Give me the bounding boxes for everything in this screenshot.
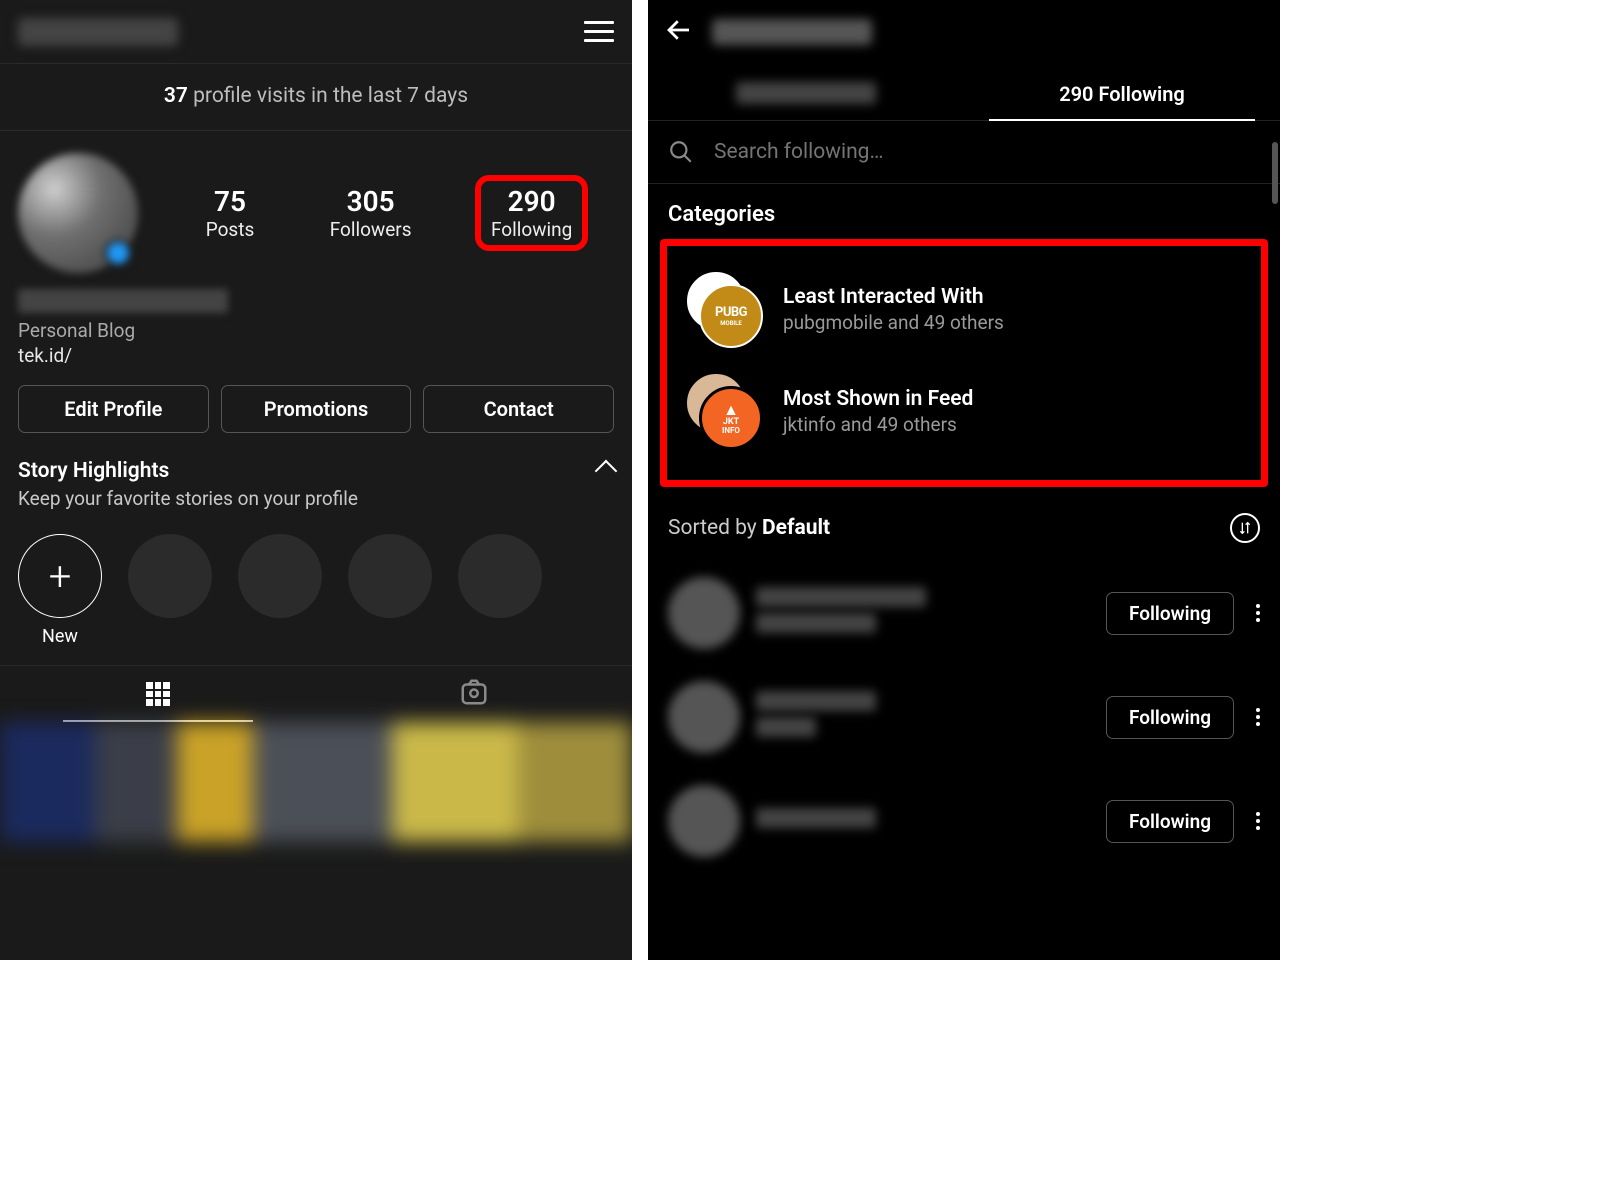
category-title: Most Shown in Feed — [783, 387, 973, 411]
story-highlights-row: + New — [0, 520, 632, 659]
jktinfo-icon: ▲ JKT INFO — [699, 386, 763, 450]
stat-following[interactable]: 290 Following — [475, 175, 588, 251]
contact-button[interactable]: Contact — [423, 385, 614, 433]
category-subtitle: pubgmobile and 49 others — [783, 311, 1004, 334]
promotions-button[interactable]: Promotions — [221, 385, 412, 433]
story-highlights-header[interactable]: Story Highlights Keep your favorite stor… — [0, 453, 632, 520]
chevron-up-icon — [595, 460, 618, 483]
follower-avatar — [668, 785, 740, 857]
profile-category: Personal Blog — [18, 319, 614, 342]
tab-grid[interactable] — [0, 666, 316, 722]
following-button[interactable]: Following — [1106, 696, 1234, 739]
search-following-row — [648, 121, 1280, 184]
category-avatar-stack: PUBG MOBILE — [685, 270, 763, 348]
following-row[interactable]: Following — [664, 561, 1264, 665]
stat-followers-number: 305 — [330, 185, 412, 218]
profile-screen: 37 profile visits in the last 7 days 75 … — [0, 0, 632, 960]
highlight-placeholder — [348, 534, 432, 618]
follower-avatar — [668, 577, 740, 649]
stat-followers-label: Followers — [330, 218, 412, 241]
more-options-icon[interactable] — [1256, 604, 1260, 622]
stat-followers[interactable]: 305 Followers — [318, 179, 424, 247]
following-top-bar — [648, 0, 1280, 64]
follower-name — [756, 691, 1090, 743]
following-button[interactable]: Following — [1106, 800, 1234, 843]
stat-following-label: Following — [491, 218, 572, 241]
follower-name — [756, 808, 1090, 834]
category-least-interacted[interactable]: PUBG MOBILE Least Interacted With pubgmo… — [675, 258, 1253, 360]
profile-visits-banner[interactable]: 37 profile visits in the last 7 days — [0, 64, 632, 131]
categories-highlight-box: PUBG MOBILE Least Interacted With pubgmo… — [660, 239, 1268, 487]
add-highlight-label: New — [18, 626, 102, 647]
following-row[interactable]: Following — [664, 665, 1264, 769]
profile-action-buttons: Edit Profile Promotions Contact — [0, 385, 632, 453]
pubg-icon: PUBG MOBILE — [699, 284, 763, 348]
more-options-icon[interactable] — [1256, 708, 1260, 726]
sort-prefix: Sorted by — [668, 516, 762, 540]
tab-tagged[interactable] — [316, 666, 632, 722]
profile-username[interactable] — [18, 18, 178, 46]
profile-bio: Personal Blog tek.id/ — [0, 283, 632, 385]
grid-icon — [146, 682, 170, 706]
categories-heading: Categories — [648, 184, 1280, 239]
hamburger-menu-icon[interactable] — [584, 21, 614, 42]
sort-mode: Default — [762, 516, 830, 540]
follow-tabs: 290 Following — [648, 64, 1280, 121]
tab-following[interactable]: 290 Following — [964, 64, 1280, 120]
edit-profile-button[interactable]: Edit Profile — [18, 385, 209, 433]
feed-preview — [0, 722, 632, 842]
profile-stats: 75 Posts 305 Followers 290 Following — [168, 175, 614, 251]
following-list: Following Following Following — [648, 557, 1280, 877]
search-following-input[interactable] — [714, 140, 1260, 164]
category-avatar-stack: ▲ JKT INFO — [685, 372, 763, 450]
sort-row[interactable]: Sorted by Default — [648, 487, 1280, 557]
story-highlights-subtitle: Keep your favorite stories on your profi… — [18, 487, 614, 510]
stat-posts-number: 75 — [206, 185, 255, 218]
category-title: Least Interacted With — [783, 285, 1004, 309]
tagged-icon — [459, 677, 489, 711]
highlight-placeholder — [128, 534, 212, 618]
profile-top-bar — [0, 0, 632, 64]
more-options-icon[interactable] — [1256, 812, 1260, 830]
following-row[interactable]: Following — [664, 769, 1264, 873]
follower-name — [756, 587, 1090, 639]
add-highlight-button[interactable]: + New — [18, 534, 102, 647]
sort-icon[interactable] — [1230, 513, 1260, 543]
scrollbar[interactable] — [1272, 142, 1278, 204]
following-screen: 290 Following Categories PUBG MOBILE Lea… — [648, 0, 1280, 960]
highlight-placeholder — [458, 534, 542, 618]
visits-count: 37 — [164, 84, 188, 108]
profile-feed-tabs — [0, 665, 632, 722]
stat-following-number: 290 — [491, 185, 572, 218]
stat-posts-label: Posts — [206, 218, 255, 241]
following-username — [712, 19, 872, 45]
highlight-placeholder — [238, 534, 322, 618]
stat-posts[interactable]: 75 Posts — [194, 179, 267, 247]
profile-header-row: 75 Posts 305 Followers 290 Following — [0, 131, 632, 283]
back-arrow-icon[interactable] — [664, 15, 694, 49]
search-icon — [668, 139, 694, 165]
story-highlights-title: Story Highlights — [18, 459, 169, 483]
following-button[interactable]: Following — [1106, 592, 1234, 635]
profile-link[interactable]: tek.id/ — [18, 344, 614, 367]
category-most-shown[interactable]: ▲ JKT INFO Most Shown in Feed jktinfo an… — [675, 360, 1253, 462]
plus-icon: + — [18, 534, 102, 618]
follower-avatar — [668, 681, 740, 753]
tab-followers[interactable] — [648, 64, 964, 120]
visits-suffix: profile visits in the last 7 days — [193, 84, 468, 108]
profile-display-name — [18, 289, 228, 313]
category-subtitle: jktinfo and 49 others — [783, 413, 973, 436]
profile-avatar[interactable] — [18, 153, 138, 273]
